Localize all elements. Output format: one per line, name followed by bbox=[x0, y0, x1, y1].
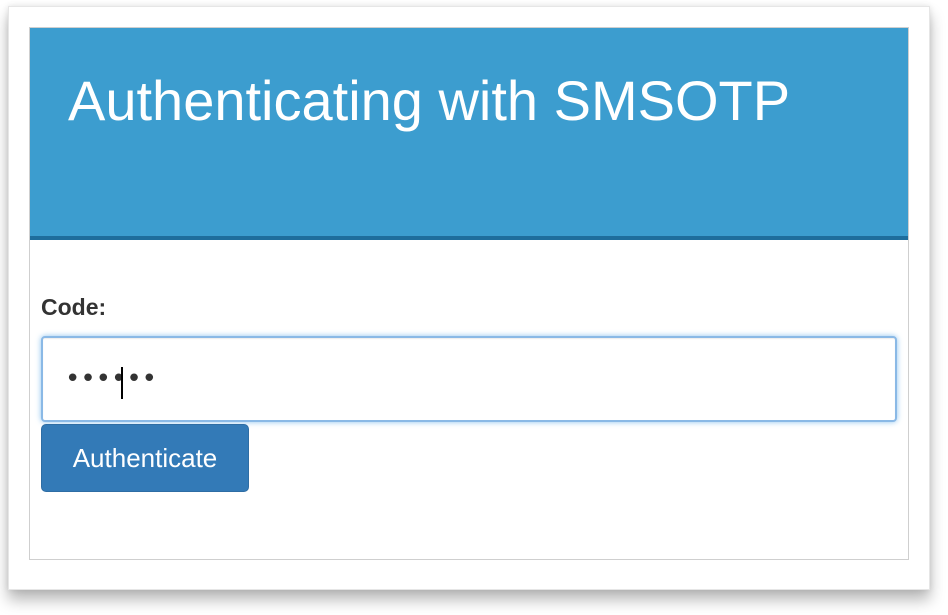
page-title: Authenticating with SMSOTP bbox=[68, 69, 791, 132]
code-input[interactable] bbox=[41, 336, 897, 422]
text-caret bbox=[121, 367, 123, 399]
authenticate-button[interactable]: Authenticate bbox=[41, 424, 249, 492]
screenshot-frame: Authenticating with SMSOTP Code: Authent… bbox=[8, 6, 930, 590]
code-label: Code: bbox=[41, 294, 107, 320]
panel-header: Authenticating with SMSOTP bbox=[30, 28, 908, 240]
auth-panel: Authenticating with SMSOTP Code: Authent… bbox=[29, 27, 909, 560]
